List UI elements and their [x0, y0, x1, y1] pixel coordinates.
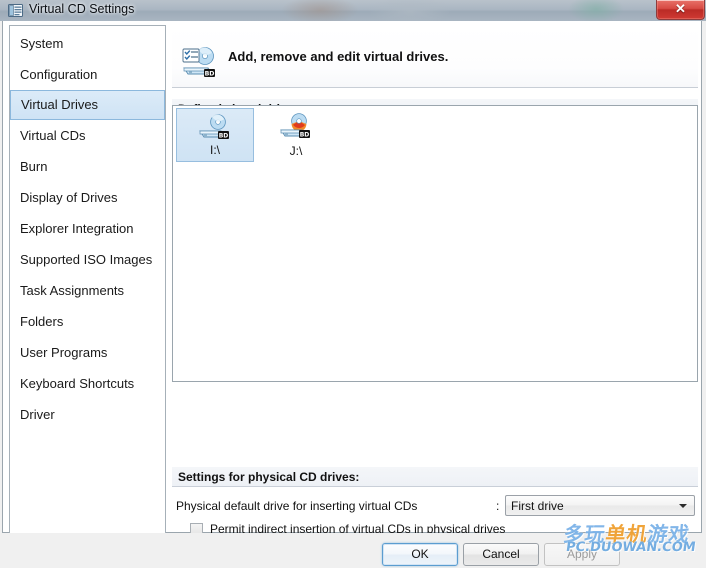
sidebar-item-label: Virtual CDs — [20, 128, 86, 143]
sidebar-item-label: Display of Drives — [20, 190, 118, 205]
virtual-drive-icon: BD — [198, 114, 232, 143]
panel-header: BD Add, remove and edit virtual drives. — [172, 25, 698, 88]
sidebar-item-display-of-drives[interactable]: Display of Drives — [10, 182, 165, 213]
close-icon: ✕ — [675, 1, 686, 16]
label-colon: : — [496, 499, 500, 513]
sidebar-item-virtual-cds[interactable]: Virtual CDs — [10, 120, 165, 151]
sidebar-item-user-programs[interactable]: User Programs — [10, 337, 165, 368]
sidebar-item-label: Explorer Integration — [20, 221, 134, 236]
sidebar-item-label: User Programs — [20, 345, 108, 360]
drive-list-item[interactable]: BD I:\ — [176, 108, 254, 162]
svg-text:BD: BD — [205, 70, 215, 77]
sidebar-item-task-assignments[interactable]: Task Assignments — [10, 275, 165, 306]
sidebar-item-supported-iso-images[interactable]: Supported ISO Images — [10, 244, 165, 275]
settings-category-list[interactable]: System Configuration Virtual Drives Virt… — [9, 25, 166, 534]
physical-drives-band: Settings for physical CD drives: — [172, 467, 698, 487]
sidebar-item-burn[interactable]: Burn — [10, 151, 165, 182]
sidebar-item-label: Supported ISO Images — [20, 252, 153, 267]
sidebar-item-label: System — [20, 36, 64, 51]
virtual-drives-list[interactable]: BD I:\ BD J:\ — [172, 105, 698, 382]
physical-default-drive-label: Physical default drive for inserting vir… — [176, 499, 418, 513]
sidebar-item-label: Task Assignments — [20, 283, 125, 298]
chevron-down-icon — [679, 504, 687, 508]
cancel-button[interactable]: Cancel — [463, 543, 539, 566]
ok-button[interactable]: OK — [382, 543, 458, 566]
sidebar-item-folders[interactable]: Folders — [10, 306, 165, 337]
window-title: Virtual CD Settings — [29, 2, 135, 16]
drive-label: J:\ — [289, 144, 303, 158]
settings-dialog: System Configuration Virtual Drives Virt… — [0, 21, 706, 568]
sidebar-item-system[interactable]: System — [10, 28, 165, 59]
virtual-drives-panel: BD Add, remove and edit virtual drives. … — [172, 25, 698, 536]
physical-default-drive-select[interactable]: First drive — [505, 495, 695, 516]
sidebar-item-label: Virtual Drives — [21, 97, 99, 112]
sidebar-item-label: Burn — [20, 159, 48, 174]
dialog-button-bar: OK Cancel Apply — [0, 533, 706, 568]
drive-list-item[interactable]: BD J:\ — [257, 108, 335, 162]
sidebar-item-label: Keyboard Shortcuts — [20, 376, 135, 391]
virtual-burner-icon: BD — [279, 113, 313, 142]
virtual-drive-settings-icon: BD — [182, 47, 216, 79]
sidebar-item-virtual-drives[interactable]: Virtual Drives — [10, 90, 165, 120]
sidebar-item-label: Configuration — [20, 67, 98, 82]
app-settings-icon — [8, 3, 23, 18]
sidebar-item-label: Driver — [20, 407, 55, 422]
sidebar-item-driver[interactable]: Driver — [10, 399, 165, 430]
sidebar-item-label: Folders — [20, 314, 64, 329]
apply-button[interactable]: Apply — [544, 543, 620, 566]
sidebar-item-explorer-integration[interactable]: Explorer Integration — [10, 213, 165, 244]
drive-label: I:\ — [209, 143, 220, 157]
close-button[interactable]: ✕ — [656, 0, 705, 20]
sidebar-item-keyboard-shortcuts[interactable]: Keyboard Shortcuts — [10, 368, 165, 399]
selected-option-label: First drive — [511, 499, 564, 513]
svg-text:BD: BD — [300, 131, 310, 138]
svg-text:BD: BD — [219, 132, 229, 139]
panel-header-label: Add, remove and edit virtual drives. — [228, 49, 449, 64]
title-bar[interactable]: Virtual CD Settings ✕ — [0, 0, 706, 21]
physical-default-drive-row: Physical default drive for inserting vir… — [172, 495, 698, 519]
sidebar-item-configuration[interactable]: Configuration — [10, 59, 165, 90]
